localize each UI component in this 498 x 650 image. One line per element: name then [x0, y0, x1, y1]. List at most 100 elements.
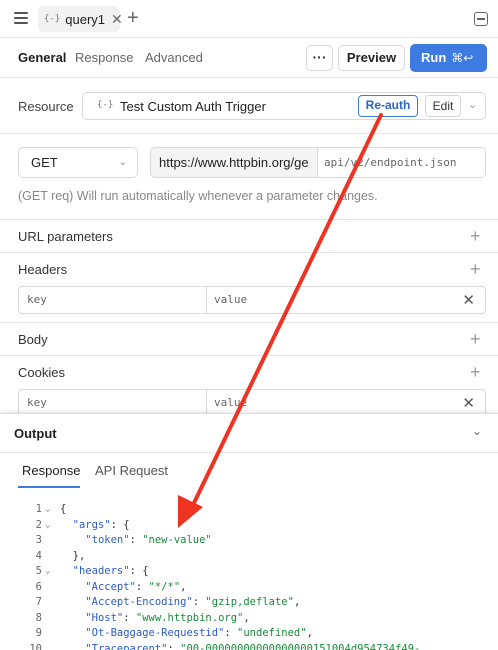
code-line: 2 ⌄ "args": {	[0, 518, 498, 534]
code-line: 9 "Ot-Baggage-Requestid": "undefined",	[0, 626, 498, 642]
line-number: 2	[35, 518, 42, 531]
code-line: 8 "Host": "www.httpbin.org",	[0, 611, 498, 627]
header-key-input[interactable]: key	[27, 293, 47, 306]
query-tab-label: query1	[65, 11, 106, 27]
remove-header-icon[interactable]: ✕	[462, 291, 475, 309]
divider	[0, 252, 498, 253]
code-text: "Accept-Encoding": "gzip,deflate",	[60, 595, 300, 611]
code-text: {	[60, 502, 66, 518]
json-string: "*/*"	[148, 580, 181, 593]
run-button[interactable]: Run ⌘↩	[410, 44, 487, 72]
divider	[0, 452, 498, 453]
method-select[interactable]: GET ⌄	[18, 147, 138, 178]
json-key: "Accept"	[85, 580, 136, 593]
resource-label: Resource	[18, 99, 74, 114]
add-body-icon[interactable]: +	[470, 330, 481, 348]
json-key: "Traceparent"	[85, 642, 168, 650]
more-options-button[interactable]: ···	[306, 45, 333, 71]
json-key: "headers"	[72, 565, 130, 577]
chevron-down-icon[interactable]: ⌄	[468, 98, 477, 111]
body-label: Body	[18, 332, 48, 347]
line-number: 10	[29, 642, 42, 650]
json-key: "Accept-Encoding"	[85, 596, 193, 608]
response-code-viewer[interactable]: 1 ⌄{2 ⌄ "args": {3 "token": "new-value" 4 }…	[0, 502, 498, 650]
code-text: "Ot-Baggage-Requestid": "undefined",	[60, 626, 313, 642]
collapse-panel-icon[interactable]	[474, 12, 488, 26]
json-key: "Host"	[85, 611, 124, 624]
fold-chevron-icon[interactable]: ⌄	[45, 502, 50, 518]
code-text: "Traceparent": "00-000000000000000001510…	[60, 642, 420, 650]
top-bar: {-} query1 ✕ +	[0, 0, 498, 38]
tab-response[interactable]: Response	[75, 50, 134, 65]
tab-advanced[interactable]: Advanced	[145, 50, 203, 65]
divider	[0, 322, 498, 323]
chevron-down-icon[interactable]: ⌄	[472, 424, 482, 438]
active-tab-indicator	[18, 486, 80, 488]
json-string: "undefined"	[237, 627, 307, 639]
run-behavior-hint: (GET req) Will run automatically wheneve…	[18, 189, 378, 203]
json-punctuation: ,	[306, 627, 313, 639]
fold-chevron-icon[interactable]: ⌄	[45, 518, 50, 534]
json-punctuation: : {	[129, 565, 149, 577]
code-line: 7 "Accept-Encoding": "gzip,deflate",	[0, 595, 498, 611]
json-punctuation: : {	[110, 518, 130, 531]
close-icon[interactable]: ✕	[111, 11, 123, 28]
method-value: GET	[31, 155, 58, 170]
code-text: "Accept": "*/*",	[60, 580, 186, 596]
json-punctuation: :	[129, 534, 143, 546]
preview-button[interactable]: Preview	[338, 45, 405, 71]
json-string: "00-00000000000000000151004d954734f49-	[180, 642, 421, 650]
cookie-value-input[interactable]: value	[214, 396, 247, 409]
line-number: 8	[35, 611, 42, 624]
fold-chevron-icon[interactable]: ⌄	[45, 564, 50, 580]
line-number: 5	[35, 565, 42, 577]
run-shortcut-hint: ⌘↩	[451, 51, 474, 65]
tab-api-request[interactable]: API Request	[95, 463, 168, 478]
code-text: },	[60, 549, 86, 565]
code-text: "headers": {	[60, 564, 149, 580]
edit-resource-button[interactable]: Edit	[425, 95, 461, 117]
line-number: 3	[35, 534, 42, 546]
json-punctuation: ,	[293, 596, 301, 608]
json-punctuation: :	[135, 580, 149, 593]
code-line: 1 ⌄ {	[0, 502, 498, 518]
json-key: "Ot-Baggage-Requestid"	[85, 627, 225, 639]
add-url-parameter-icon[interactable]: +	[470, 227, 481, 245]
json-punctuation: :	[192, 596, 206, 608]
tab-output-response[interactable]: Response	[22, 463, 81, 478]
code-line: 10 "Traceparent": "00-000000000000000001…	[0, 642, 498, 650]
divider	[0, 219, 498, 220]
code-line: 5 ⌄ "headers": {	[0, 564, 498, 580]
code-text: "token": "new-value"	[60, 533, 212, 549]
query-icon: {-}	[44, 14, 61, 24]
menu-icon[interactable]	[14, 12, 28, 24]
run-button-label: Run	[421, 50, 447, 65]
add-tab-icon[interactable]: +	[127, 8, 139, 28]
url-path-input[interactable]: api/v2/endpoint.json	[317, 147, 486, 178]
json-string: "new-value"	[142, 534, 212, 546]
json-key: "token"	[85, 534, 130, 546]
output-title: Output	[14, 426, 57, 441]
code-line: 6 "Accept": "*/*",	[0, 580, 498, 596]
code-text: "args": {	[60, 518, 130, 534]
output-panel: Output ⌄ Response API Request 1 ⌄{2 ⌄ "arg…	[0, 413, 498, 650]
code-text: "Host": "www.httpbin.org",	[60, 611, 249, 627]
remove-cookie-icon[interactable]: ✕	[462, 394, 475, 412]
query-tab[interactable]: {-} query1 ✕	[38, 6, 123, 32]
reauth-button[interactable]: Re-auth	[358, 95, 418, 117]
add-cookie-icon[interactable]: +	[470, 363, 481, 381]
chevron-down-icon: ⌄	[118, 157, 127, 168]
resource-name: Test Custom Auth Trigger	[120, 99, 266, 114]
headers-label: Headers	[18, 262, 68, 277]
resource-icon: {-}	[97, 100, 114, 110]
url-base-field[interactable]: https://www.httpbin.org/ge	[150, 147, 318, 178]
header-value-input[interactable]: value	[214, 293, 247, 306]
code-line: 3 "token": "new-value"	[0, 533, 498, 549]
line-number: 7	[35, 596, 42, 608]
tab-general[interactable]: General	[18, 50, 66, 65]
line-number: 1	[35, 503, 42, 515]
cookie-key-input[interactable]: key	[27, 396, 47, 409]
url-parameters-label: URL parameters	[18, 229, 113, 244]
divider	[0, 355, 498, 356]
add-header-icon[interactable]: +	[470, 260, 481, 278]
